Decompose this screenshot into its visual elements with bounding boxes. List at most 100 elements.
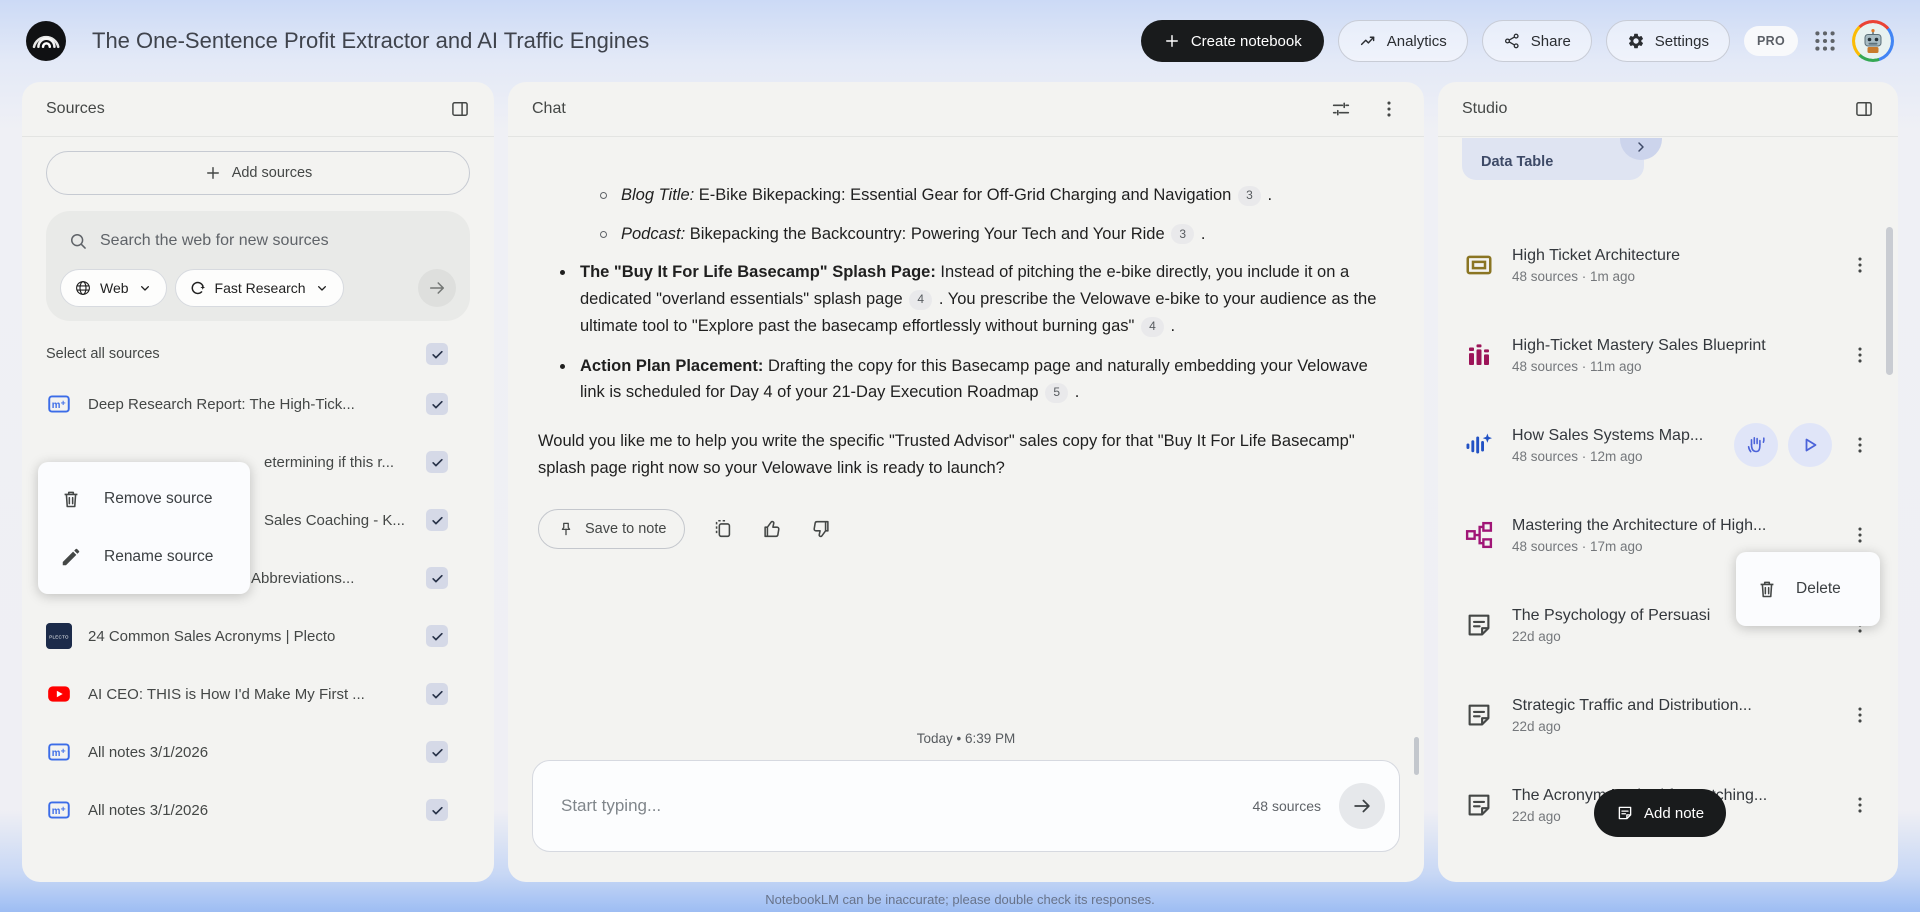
- avatar[interactable]: [1852, 20, 1894, 62]
- expand-panel-icon[interactable]: [1854, 99, 1874, 119]
- citation-chip[interactable]: 5: [1045, 383, 1069, 404]
- source-row[interactable]: m + Deep Research Report: The High-Tick...: [46, 375, 470, 433]
- play-icon: [1798, 433, 1822, 457]
- chat-text-segment: Podcast:: [621, 224, 686, 243]
- source-row[interactable]: m + All notes 3/1/2026: [46, 781, 470, 839]
- pencil-icon: [60, 546, 82, 568]
- studio-item-text: Strategic Traffic and Distribution... 22d…: [1512, 697, 1842, 734]
- studio-item-title: How Sales Systems Map...: [1512, 426, 1704, 444]
- chat-messages: Blog Title: E-Bike Bikepacking: Essentia…: [538, 182, 1394, 481]
- analytics-button[interactable]: Analytics: [1337, 20, 1468, 62]
- citation-chip[interactable]: 4: [909, 289, 933, 310]
- chat-input[interactable]: [561, 796, 1253, 816]
- main-layout: Sources Add sources Web: [22, 82, 1898, 882]
- chat-text-segment: The "Buy It For Life Basecamp" Splash Pa…: [580, 263, 941, 282]
- more-options-button[interactable]: [1848, 793, 1872, 817]
- rename-source-label: Rename source: [104, 548, 214, 565]
- source-checkbox[interactable]: [426, 625, 448, 647]
- studio-list: High Ticket Architecture 48 sources · 1m …: [1438, 138, 1898, 882]
- source-row[interactable]: AI CEO: THIS is How I'd Make My First ..…: [46, 665, 470, 723]
- source-checkbox[interactable]: [426, 683, 448, 705]
- search-input[interactable]: [100, 232, 448, 250]
- chat-text-segment: Bikepacking the Backcountry: Powering Yo…: [685, 224, 1170, 243]
- chat-message-area: Blog Title: E-Bike Bikepacking: Essentia…: [508, 138, 1424, 732]
- web-source-dropdown[interactable]: Web: [60, 269, 167, 307]
- research-mode-dropdown[interactable]: Fast Research: [174, 269, 344, 307]
- bullet-marker: [560, 270, 565, 276]
- source-checkbox[interactable]: [426, 799, 448, 821]
- remove-source-menu-item[interactable]: Remove source: [38, 470, 250, 528]
- thumb-down-icon[interactable]: [810, 518, 832, 540]
- source-checkbox[interactable]: [426, 567, 448, 589]
- more-options-button[interactable]: [1848, 253, 1872, 277]
- note-icon: [1464, 880, 1494, 882]
- svg-text:PLECTO: PLECTO: [49, 634, 69, 639]
- copy-icon[interactable]: [712, 518, 734, 540]
- save-to-note-button[interactable]: Save to note: [538, 509, 686, 550]
- studio-item-row[interactable]: How Sales Systems Map... 48 sources · 12m…: [1438, 408, 1898, 482]
- studio-item-meta: 22d ago: [1512, 628, 1561, 644]
- create-notebook-button[interactable]: Create notebook: [1140, 20, 1324, 62]
- add-note-button[interactable]: Add note: [1594, 789, 1727, 837]
- chat-panel: Chat Blog Title: E-Bike Bikepacking: Ess…: [508, 82, 1424, 882]
- citation-chip[interactable]: 3: [1237, 185, 1261, 206]
- chat-more-options-icon[interactable]: [1378, 98, 1400, 120]
- chat-text-segment: Blog Title:: [621, 186, 695, 204]
- select-all-checkbox[interactable]: [426, 343, 448, 365]
- studio-item-row[interactable]: The Content Creation Engine: Wee...: [1438, 858, 1898, 882]
- studio-item-meta: 22d ago: [1512, 718, 1561, 734]
- more-options-button[interactable]: [1848, 703, 1872, 727]
- share-button[interactable]: Share: [1481, 20, 1592, 62]
- play-audio-button[interactable]: [1788, 423, 1832, 467]
- top-actions: Create notebook Analytics Share Settings…: [1140, 20, 1894, 62]
- note-icon: [1464, 700, 1494, 730]
- chat-scrollbar[interactable]: [1414, 737, 1419, 775]
- studio-item-text: Mastering the Architecture of High... 48 …: [1512, 517, 1842, 554]
- svg-text:m: m: [52, 748, 61, 759]
- plus-icon: [1163, 32, 1181, 50]
- search-submit-button[interactable]: [418, 269, 456, 307]
- notebook-title[interactable]: The One-Sentence Profit Extractor and AI…: [92, 28, 1141, 54]
- source-row[interactable]: m + All notes 3/1/2026: [46, 723, 470, 781]
- collapse-panel-icon[interactable]: [450, 99, 470, 119]
- thumb-up-icon[interactable]: [761, 518, 783, 540]
- note-add-icon: m +: [46, 797, 72, 823]
- source-checkbox[interactable]: [426, 741, 448, 763]
- source-checkbox[interactable]: [426, 393, 448, 415]
- add-sources-button[interactable]: Add sources: [46, 151, 470, 195]
- studio-item-row[interactable]: Strategic Traffic and Distribution... 22d…: [1438, 678, 1898, 752]
- studio-item-row[interactable]: High-Ticket Mastery Sales Blueprint 48 so…: [1438, 318, 1898, 392]
- notebooklm-logo-icon[interactable]: [26, 21, 66, 61]
- studio-delete-menu-item[interactable]: Delete: [1736, 552, 1880, 626]
- add-sources-label: Add sources: [231, 165, 313, 181]
- disclaimer-text: NotebookLM can be inaccurate; please dou…: [765, 892, 1155, 907]
- apps-grid-icon[interactable]: [1812, 28, 1838, 54]
- bullet-marker: [560, 363, 565, 369]
- hand-wave-icon: [1744, 433, 1768, 457]
- studio-item-meta: 48 sources · 12m ago: [1512, 448, 1643, 464]
- remove-source-label: Remove source: [104, 490, 213, 507]
- analytics-label: Analytics: [1386, 32, 1447, 50]
- more-options-button[interactable]: [1848, 343, 1872, 367]
- studio-item-row[interactable]: High Ticket Architecture 48 sources · 1m …: [1438, 228, 1898, 302]
- search-icon: [68, 231, 88, 251]
- more-options-button[interactable]: [1848, 433, 1872, 457]
- chat-settings-icon[interactable]: [1330, 98, 1352, 120]
- citation-chip[interactable]: 3: [1171, 224, 1195, 245]
- rename-source-menu-item[interactable]: Rename source: [38, 528, 250, 586]
- source-row[interactable]: PLECTO 24 Common Sales Acronyms | Plecto: [46, 607, 470, 665]
- sources-title: Sources: [46, 100, 105, 117]
- studio-scrollbar[interactable]: [1886, 227, 1893, 375]
- studio-title: Studio: [1462, 100, 1508, 117]
- send-button[interactable]: [1339, 783, 1385, 829]
- source-checkbox[interactable]: [426, 451, 448, 473]
- pro-badge: PRO: [1744, 26, 1798, 56]
- source-title: All notes 3/1/2026: [88, 743, 209, 761]
- source-checkbox[interactable]: [426, 509, 448, 531]
- chat-text-segment: .: [1070, 383, 1080, 402]
- interactive-mode-button[interactable]: [1734, 423, 1778, 467]
- citation-chip[interactable]: 4: [1140, 316, 1164, 337]
- data-table-chip[interactable]: Data Table: [1462, 138, 1644, 180]
- more-options-button[interactable]: [1848, 523, 1872, 547]
- settings-button[interactable]: Settings: [1605, 20, 1730, 62]
